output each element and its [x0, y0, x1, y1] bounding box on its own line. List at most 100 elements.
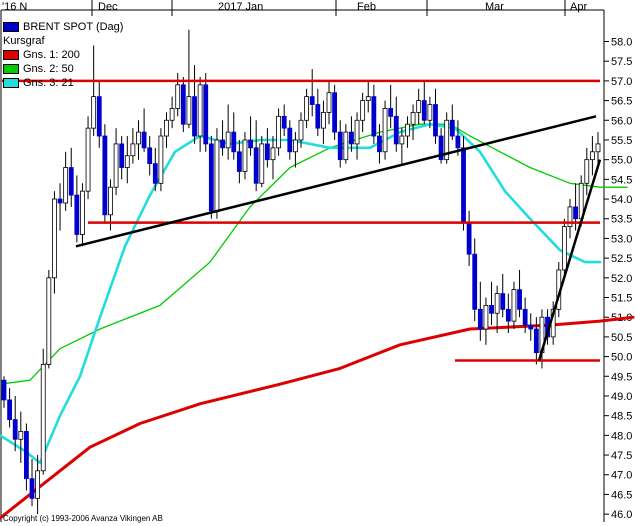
candle-body	[377, 135, 382, 153]
chart-legend: BRENT SPOT (Dag) Kursgraf Gns. 1: 200 Gn…	[3, 20, 123, 90]
candle	[208, 136, 214, 219]
candle-body	[24, 431, 29, 480]
candle	[158, 128, 164, 192]
candle-body	[399, 135, 405, 145]
copyright-text: Copyright (c) 1993-2006 Avanza Vikingen …	[3, 514, 163, 523]
candle-body	[349, 131, 354, 145]
legend-item-ma21: Gns. 3: 21	[3, 76, 123, 90]
candle-body	[511, 289, 517, 322]
candle-body	[298, 119, 304, 141]
candle-body	[119, 143, 125, 168]
legend-item-kursgraf: Kursgraf	[3, 34, 123, 48]
candle-body	[158, 135, 164, 184]
x-tick-label: 2017 Jan	[218, 1, 263, 13]
candle-body	[108, 186, 113, 216]
candle-body	[309, 96, 315, 105]
candle	[46, 269, 52, 369]
candle-body	[52, 198, 57, 279]
candle-body	[248, 139, 253, 149]
candle	[444, 112, 450, 164]
y-tick-label: 49.5	[611, 371, 632, 383]
x-tick-label: Apr	[570, 1, 587, 13]
y-tick-label: 48.5	[611, 411, 632, 423]
candle-body	[522, 308, 528, 326]
candle-body	[304, 96, 310, 121]
candle-body	[136, 131, 141, 145]
legend-item-ma200: Gns. 1: 200	[3, 48, 123, 62]
candle-body	[63, 167, 69, 204]
candle-body	[225, 131, 231, 149]
legend-item-ma50: Gns. 2: 50	[3, 62, 123, 76]
legend-label-kursgraf: Kursgraf	[3, 35, 45, 47]
candle-body	[360, 100, 366, 121]
candle-body	[35, 470, 41, 499]
y-tick-label: 56.0	[611, 115, 632, 127]
legend-swatch-ma200	[3, 50, 19, 60]
candle	[382, 100, 388, 160]
candle-body	[595, 143, 601, 153]
candle-body	[573, 206, 578, 220]
candle-body	[449, 119, 455, 137]
candle-body	[192, 96, 197, 137]
candle-body	[326, 92, 332, 113]
candle-body	[483, 304, 489, 330]
candle-body	[164, 119, 169, 137]
candle-body	[393, 115, 399, 145]
candle-body	[175, 84, 181, 109]
candle-body	[589, 151, 595, 161]
x-tick-label: Dec	[98, 1, 118, 13]
candle-body	[343, 131, 349, 161]
y-tick-label: 48.0	[611, 430, 632, 442]
legend-swatch-ma21	[3, 78, 19, 88]
y-tick-label: 53.0	[611, 233, 632, 245]
legend-swatch-price	[3, 22, 19, 32]
candle-body	[57, 198, 63, 204]
candle-body	[74, 194, 80, 235]
candle-body	[461, 147, 466, 224]
candle-body	[388, 108, 394, 117]
candle-body	[517, 289, 522, 310]
candle-body	[147, 147, 153, 165]
candle-body	[29, 478, 35, 499]
candle-body	[472, 253, 478, 310]
candle-body	[141, 131, 147, 149]
legend-item-price: BRENT SPOT (Dag)	[3, 20, 123, 34]
candle	[180, 76, 186, 133]
candle	[214, 128, 220, 219]
legend-label-ma200: Gns. 1: 200	[23, 49, 80, 61]
x-tick-label: '16 N	[2, 1, 27, 13]
candle-body	[264, 143, 270, 161]
y-tick-label: 50.5	[611, 332, 632, 344]
candle-body	[40, 364, 46, 472]
candle-body	[1, 379, 7, 401]
candle-body	[85, 127, 91, 192]
candle-body	[500, 293, 506, 310]
y-tick-label: 54.5	[611, 174, 632, 186]
y-tick-label: 55.5	[611, 135, 632, 147]
candle-body	[528, 324, 534, 330]
candle-body	[259, 143, 265, 184]
x-tick-label: Mar	[485, 1, 504, 13]
legend-label-price: BRENT SPOT (Dag)	[23, 21, 124, 33]
candle-body	[584, 159, 590, 184]
candle-body	[489, 304, 494, 314]
candle	[52, 191, 57, 294]
y-tick-label: 47.0	[611, 470, 632, 482]
candle-body	[231, 131, 237, 153]
candle-body	[466, 222, 472, 255]
candle-body	[270, 147, 276, 161]
candle-body	[96, 96, 102, 137]
y-tick-label: 53.5	[611, 214, 632, 226]
candle-body	[203, 84, 209, 145]
candle-body	[276, 115, 281, 149]
candle-body	[12, 419, 18, 440]
candle	[332, 84, 338, 140]
candle-body	[130, 143, 136, 157]
candle-body	[18, 431, 24, 440]
candle-body	[7, 399, 13, 420]
y-tick-label: 54.0	[611, 194, 632, 206]
candle-body	[494, 293, 500, 314]
candle-body	[242, 139, 248, 172]
y-tick-label: 49.0	[611, 391, 632, 403]
y-tick-label: 57.0	[611, 76, 632, 88]
